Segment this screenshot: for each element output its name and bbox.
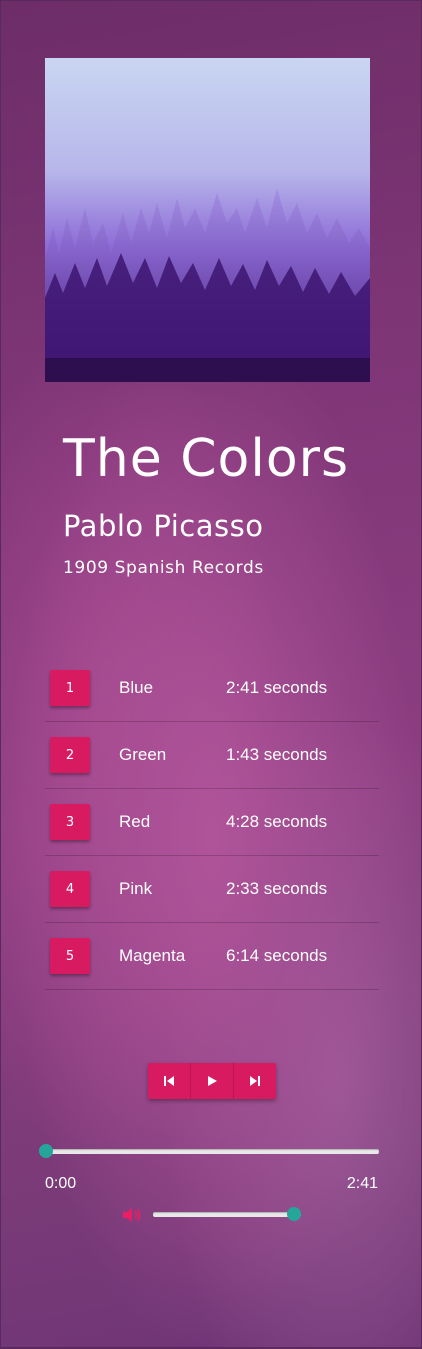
total-time: 2:41	[346, 1175, 378, 1192]
track-list: 1 Blue 2:41 seconds 2 Green 1:43 seconds…	[45, 655, 379, 990]
album-title: The Colors	[63, 429, 350, 489]
track-name: Red	[119, 812, 151, 831]
track-name: Magenta	[119, 946, 186, 965]
track-name: Green	[119, 745, 167, 764]
track-number-button[interactable]: 2	[50, 737, 90, 773]
progress-slider[interactable]	[39, 1144, 379, 1158]
track-number-button[interactable]: 5	[50, 938, 90, 974]
volume-slider-thumb[interactable]	[286, 1207, 301, 1221]
play-button[interactable]	[191, 1063, 234, 1099]
track-name: Blue	[119, 678, 154, 697]
skip-previous-icon	[164, 1076, 174, 1086]
album-artist: Pablo Picasso	[63, 509, 264, 543]
track-row[interactable]: 4 Pink 2:33 seconds	[45, 856, 379, 923]
play-icon	[208, 1076, 217, 1086]
track-row[interactable]: 2 Green 1:43 seconds	[45, 722, 379, 789]
volume-slider[interactable]	[153, 1207, 301, 1221]
next-button[interactable]	[234, 1063, 276, 1099]
previous-button[interactable]	[148, 1063, 191, 1099]
track-number-button[interactable]: 4	[50, 871, 90, 907]
current-time: 0:00	[45, 1175, 77, 1192]
track-row[interactable]: 3 Red 4:28 seconds	[45, 789, 379, 856]
track-row[interactable]: 5 Magenta 6:14 seconds	[45, 923, 379, 990]
track-duration: 4:28 seconds	[226, 812, 328, 831]
album-label: 1909 Spanish Records	[63, 558, 264, 578]
track-duration: 2:41 seconds	[226, 678, 328, 697]
player-card: The Colors Pablo Picasso 1909 Spanish Re…	[1, 1, 421, 1347]
progress-slider-thumb[interactable]	[39, 1144, 53, 1158]
track-name: Pink	[119, 879, 153, 898]
track-number-button[interactable]: 1	[50, 670, 90, 706]
track-duration: 6:14 seconds	[226, 946, 328, 965]
skip-next-icon	[250, 1076, 260, 1086]
track-duration: 2:33 seconds	[226, 879, 328, 898]
volume-icon[interactable]	[121, 1205, 145, 1225]
playback-controls	[148, 1063, 276, 1099]
track-duration: 1:43 seconds	[226, 745, 328, 764]
track-number-button[interactable]: 3	[50, 804, 90, 840]
track-row[interactable]: 1 Blue 2:41 seconds	[45, 655, 379, 722]
album-cover-image	[45, 58, 370, 382]
